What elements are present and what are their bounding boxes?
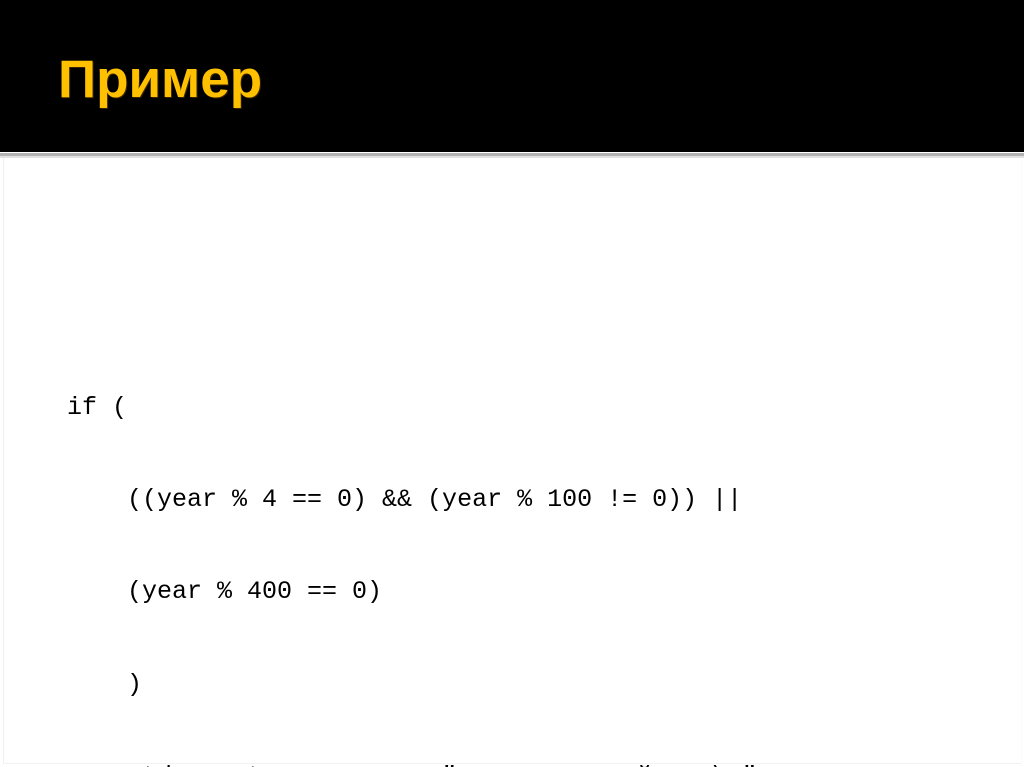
page-title: Пример <box>58 50 263 109</box>
code-line: if ( <box>67 392 128 422</box>
code-line: ) <box>67 669 143 699</box>
slide-header-band: Пример <box>0 0 1024 152</box>
header-divider-shadow <box>0 156 1024 158</box>
code-block: if ( ((year % 4 == 0) && (year % 100 != … <box>67 331 967 767</box>
code-line: std::cout << year << " - високосный год\… <box>67 762 967 767</box>
code-line: ((year % 4 == 0) && (year % 100 != 0)) |… <box>67 484 743 514</box>
presentation-slide: Пример if ( ((year % 4 == 0) && (year % … <box>0 0 1024 767</box>
code-line: (year % 400 == 0) <box>67 577 383 607</box>
